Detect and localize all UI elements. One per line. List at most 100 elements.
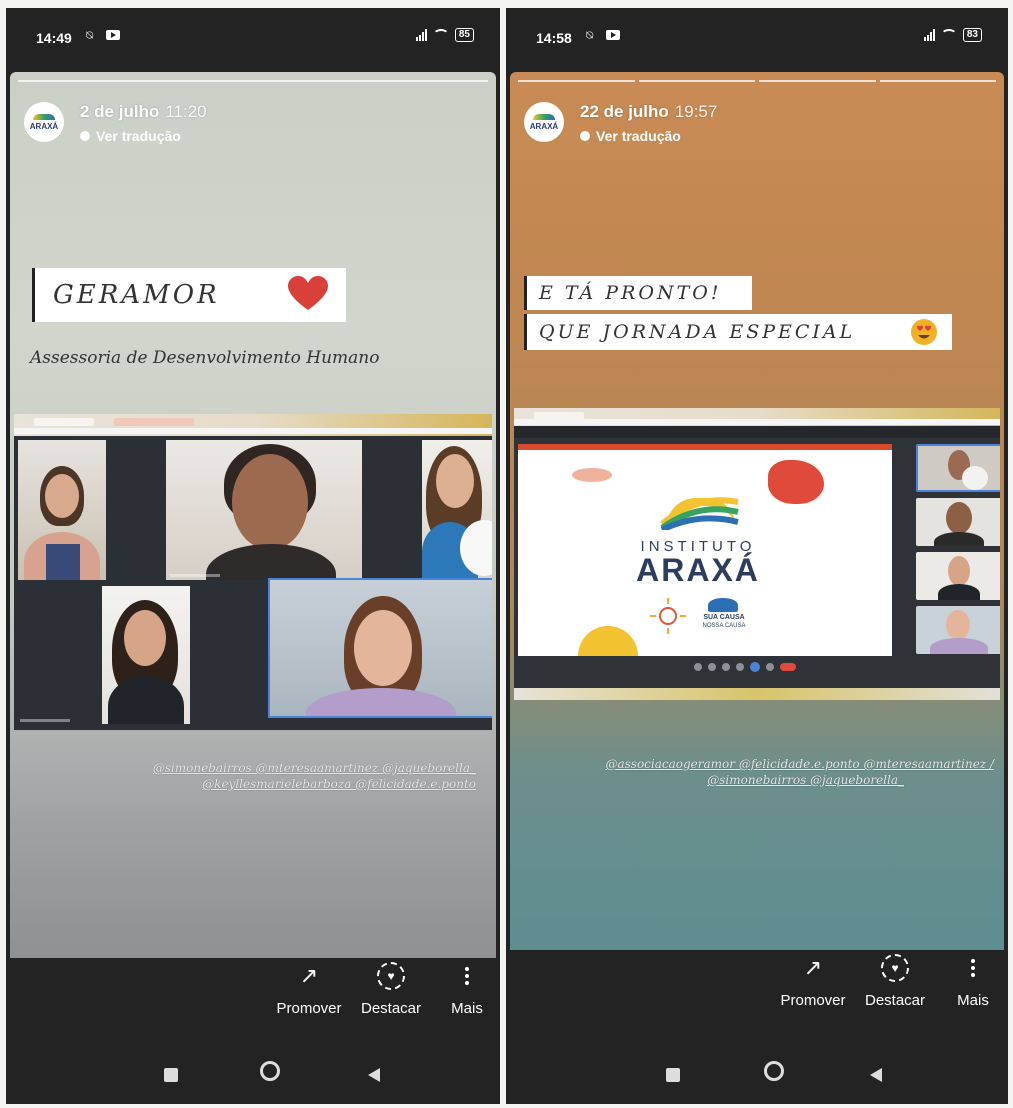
avatar[interactable]: ARAXÁ [524,102,564,142]
camera-icon[interactable] [708,663,716,671]
slide-title-main: ARAXÁ [636,552,760,588]
subheadline-text: QUE JORNADA ESPECIAL [539,321,856,343]
translate-link[interactable]: Ver tradução [80,128,181,144]
sun-drawing-icon [650,598,686,634]
avatar[interactable]: ARAXÁ [24,102,64,142]
promote-button[interactable]: ↗ Promover [768,950,858,1009]
video-tile [102,586,190,724]
taskbar [514,688,1000,700]
promote-label: Promover [780,992,846,1009]
video-call-screenshot [14,414,492,730]
presentation-slide: INSTITUTO ARAXÁ SUA CAUSA NOSSA CAUSA [518,444,892,656]
more-button[interactable]: Mais [422,958,500,1017]
mentions-line[interactable]: @simonebairros @mteresaamartinez @jaqueb… [56,760,476,776]
mentions-text[interactable]: @simonebairros @mteresaamartinez @jaqueb… [56,760,476,792]
translate-icon [580,131,590,141]
story-date-text: 22 de julho [580,102,669,121]
video-tile-active-speaker [268,578,492,718]
story-date: 22 de julho 19:57 [580,102,717,122]
instituto-logo-icon [660,497,739,530]
video-tile [166,440,362,580]
captions-icon[interactable] [722,663,730,671]
highlight-label: Destacar [360,1000,422,1017]
more-button[interactable]: Mais [928,950,1008,1009]
more-label: Mais [957,992,989,1009]
highlight-button[interactable]: ♥ Destacar [850,950,940,1009]
status-time: 14:58 [536,30,572,46]
translate-link[interactable]: Ver tradução [580,128,681,144]
status-bar: 14:58 ⍉ 83 [506,8,1008,72]
headline-sticker: E TÁ PRONTO! [524,276,752,310]
youtube-icon [106,30,120,40]
video-tile [18,440,106,580]
browser-tabs [514,408,1000,426]
story-view[interactable]: ARAXÁ 2 de julho 11:20 Ver tradução GERAM… [10,72,496,958]
headline-sticker: GERAMOR [32,268,346,322]
slide-tagline-1: SUA CAUSA [703,614,745,621]
home-button[interactable] [260,1061,280,1081]
story-time: 11:20 [165,102,207,121]
recent-apps-button[interactable] [164,1068,178,1082]
recent-apps-button[interactable] [666,1068,680,1082]
subtitle-text: Assessoria de Desenvolvimento Humano [30,348,380,368]
battery-icon: 83 [962,28,982,42]
participant-thumbnail [916,552,1000,600]
highlight-heart-icon: ♥ [881,954,909,982]
story-view[interactable]: ARAXÁ 22 de julho 19:57 Ver tradução E TÁ… [510,72,1004,950]
battery-icon: 85 [454,28,474,42]
translate-label: Ver tradução [96,128,181,144]
mic-icon[interactable] [694,663,702,671]
story-progress [18,80,488,82]
mentions-line[interactable]: @associacaogeramor @felicidade.e.ponto @… [534,756,994,772]
headline-text: E TÁ PRONTO! [539,282,722,304]
status-bar: 14:49 ⍉ 85 [6,8,500,72]
mentions-line[interactable]: @keyllesmarielebarboza @felicidade.e.pon… [56,776,476,792]
meeting-screenshot: INSTITUTO ARAXÁ SUA CAUSA NOSSA CAUSA [514,408,1000,700]
options-icon[interactable] [766,663,774,671]
phone-screenshot-right: 14:58 ⍉ 83 ARAXÁ 22 de julho 19:57 Ver tr… [506,8,1008,1104]
logo-arc-icon [33,113,55,120]
mentions-line[interactable]: @simonebairros @jaqueborella_ [534,772,904,788]
translate-icon [80,131,90,141]
wifi-icon [940,29,957,41]
more-vertical-icon [465,967,469,985]
logo-arc-icon [533,113,555,120]
meeting-controls [694,662,796,672]
more-vertical-icon [971,959,975,977]
headline-text: GERAMOR [53,280,220,310]
hand-icon[interactable] [736,663,744,671]
avatar-logo-text: ARAXÁ [529,121,559,131]
highlight-label: Destacar [864,992,926,1009]
browser-tabs [14,414,492,436]
android-nav-bar [6,1056,500,1096]
present-icon[interactable] [750,662,760,672]
end-call-icon[interactable] [780,663,796,671]
bell-off-icon: ⍉ [86,28,94,42]
status-time: 14:49 [36,30,72,46]
story-actions-bar: ↗ Promover ♥ Destacar Mais [506,950,1008,1050]
participant-thumbnail [916,444,1000,492]
promote-label: Promover [276,1000,342,1017]
wifi-icon [432,29,449,41]
translate-label: Ver tradução [596,128,681,144]
participant-thumbnail [916,606,1000,654]
bell-off-icon: ⍉ [586,28,594,42]
signal-icon [415,29,427,41]
story-time: 19:57 [674,102,718,121]
story-actions-bar: ↗ Promover ♥ Destacar Mais [6,958,500,1058]
heart-icon [288,276,328,310]
more-label: Mais [451,1000,483,1017]
back-button[interactable] [368,1068,380,1082]
story-date: 2 de julho 11:20 [80,102,207,122]
phone-screenshot-left: 14:49 ⍉ 85 ARAXÁ 2 de julho 11:20 Ver tra… [6,8,500,1104]
participant-thumbnail [916,498,1000,546]
slide-tagline-2: NOSSA CAUSA [702,623,746,629]
trending-up-icon: ↗ [803,955,823,980]
promote-button[interactable]: ↗ Promover [264,958,354,1017]
avatar-logo-text: ARAXÁ [29,121,59,131]
back-button[interactable] [870,1068,882,1082]
highlight-heart-icon: ♥ [377,962,405,990]
home-button[interactable] [764,1061,784,1081]
mentions-text[interactable]: @associacaogeramor @felicidade.e.ponto @… [534,756,994,788]
story-date-text: 2 de julho [80,102,160,121]
